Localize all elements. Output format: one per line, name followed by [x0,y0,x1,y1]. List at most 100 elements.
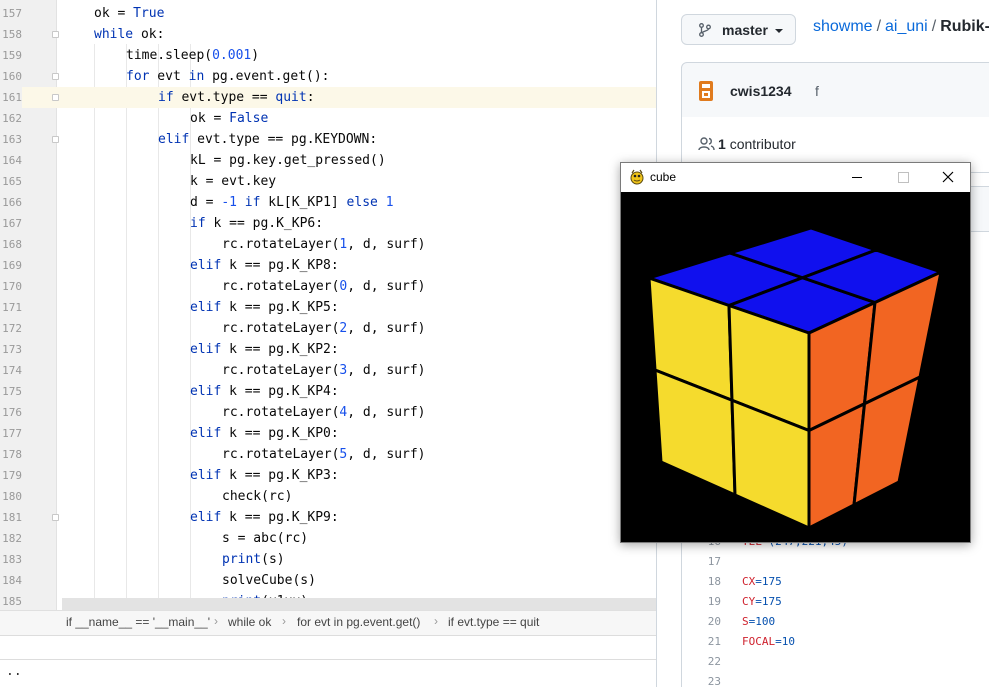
code-text: solveCube(s) [222,573,316,588]
fold-marker-icon[interactable] [52,73,59,80]
breadcrumb-item-while[interactable]: while ok [228,615,271,629]
chevron-down-icon [775,29,783,33]
code-text: d = -1 if kL[K_KP1] else 1 [190,195,394,210]
code-line[interactable]: 178 rc.rotateLayer(5, d, surf) [0,444,656,465]
code-line[interactable]: 169 elif k == pg.K_KP8: [0,255,656,276]
breadcrumb-item-if[interactable]: if evt.type == quit [448,615,539,629]
code-line[interactable]: 179 elif k == pg.K_KP3: [0,465,656,486]
repo-name-link[interactable]: ai_uni [885,18,928,35]
line-number: 175 [2,385,22,398]
code-line[interactable]: 176 rc.rotateLayer(4, d, surf) [0,402,656,423]
console-output: .. [6,664,22,679]
code-line[interactable]: 168 rc.rotateLayer(1, d, surf) [0,234,656,255]
pygame-snake-icon [630,169,644,185]
breadcrumb-separator: › [282,614,286,628]
code-text: rc.rotateLayer(1, d, surf) [222,237,426,252]
code-line[interactable]: 174 rc.rotateLayer(3, d, surf) [0,360,656,381]
repo-owner-link[interactable]: showme [813,18,873,35]
code-line[interactable]: 161 if evt.type == quit: [0,87,656,108]
code-line[interactable]: 164 kL = pg.key.get_pressed() [0,150,656,171]
line-number: 181 [2,511,22,524]
code-line[interactable]: 177 elif k == pg.K_KP0: [0,423,656,444]
code-line[interactable]: 163 elif evt.type == pg.KEYDOWN: [0,129,656,150]
line-number: 161 [0,87,22,108]
maximize-icon [898,172,909,183]
file-code-text: CX=175 [742,575,782,588]
code-line[interactable]: 172 rc.rotateLayer(2, d, surf) [0,318,656,339]
line-number: 160 [2,70,22,83]
line-number: 164 [2,154,22,167]
file-line-number[interactable]: 21 [681,632,721,652]
line-number: 183 [2,553,22,566]
window-titlebar[interactable]: cube [621,163,970,192]
code-line[interactable]: 180 check(rc) [0,486,656,507]
people-icon [698,137,715,151]
pygame-canvas[interactable] [621,192,970,542]
commit-author-link[interactable]: cwis1234 [730,83,792,99]
path-separator: / [876,18,882,35]
code-line[interactable]: 166 d = -1 if kL[K_KP1] else 1 [0,192,656,213]
code-text: rc.rotateLayer(4, d, surf) [222,405,426,420]
commit-message[interactable]: f [815,83,819,99]
file-code-line: 19 CY=175 [681,592,989,612]
breadcrumb-separator: › [214,614,218,628]
code-line[interactable]: 157 ok = True [0,3,656,24]
file-line-number[interactable]: 20 [681,612,721,632]
code-line[interactable]: 167 if k == pg.K_KP6: [0,213,656,234]
line-number: 170 [2,280,22,293]
code-line[interactable]: 171 elif k == pg.K_KP5: [0,297,656,318]
file-code-text: CY=175 [742,595,782,608]
code-line[interactable]: 173 elif k == pg.K_KP2: [0,339,656,360]
minimize-icon [852,177,862,178]
minimize-button[interactable] [834,163,880,192]
code-text: s = abc(rc) [222,531,309,546]
file-line-number[interactable]: 18 [681,572,721,592]
code-text: rc.rotateLayer(2, d, surf) [222,321,426,336]
code-editor[interactable]: 157 ok = True 158 while ok: 159 time.sleep(0.… [0,0,656,610]
line-number: 176 [2,406,22,419]
fold-marker-icon[interactable] [52,31,59,38]
code-line[interactable]: 184 solveCube(s) [0,570,656,591]
line-number: 165 [2,175,22,188]
contributor-count: 1 contributor [718,136,796,152]
line-number: 163 [2,133,22,146]
file-line-number[interactable]: 23 [681,672,721,687]
code-line[interactable]: 170 rc.rotateLayer(0, d, surf) [0,276,656,297]
file-line-number[interactable]: 17 [681,552,721,572]
code-line[interactable]: 182 s = abc(rc) [0,528,656,549]
line-number: 177 [2,427,22,440]
avatar-icon[interactable] [698,80,714,102]
code-line[interactable]: 183 print(s) [0,549,656,570]
pygame-window[interactable]: cube [620,162,971,543]
run-console[interactable]: .. [0,659,656,688]
breadcrumb-item-for[interactable]: for evt in pg.event.get() [297,615,420,629]
file-line-number[interactable]: 19 [681,592,721,612]
file-code-line: 22 [681,652,989,672]
code-line[interactable]: 175 elif k == pg.K_KP4: [0,381,656,402]
code-line[interactable]: 181 elif k == pg.K_KP9: [0,507,656,528]
file-code-line: 21 FOCAL=10 [681,632,989,652]
code-line[interactable]: 158 while ok: [0,24,656,45]
code-line[interactable]: 160 for evt in pg.event.get(): [0,66,656,87]
line-number: 162 [2,112,22,125]
fold-marker-icon[interactable] [52,514,59,521]
file-name: Rubik- [940,18,989,35]
branch-name: master [722,22,768,38]
maximize-button[interactable] [880,163,926,192]
code-text: if k == pg.K_KP6: [190,216,324,231]
breadcrumb: if __name__ == '__main__' › while ok › f… [0,610,656,635]
file-line-number[interactable]: 22 [681,652,721,672]
line-number: 180 [2,490,22,503]
branch-select-button[interactable]: master [681,14,796,45]
code-text: check(rc) [222,489,293,504]
code-line[interactable]: 159 time.sleep(0.001) [0,45,656,66]
code-line[interactable]: 165 k = evt.key [0,171,656,192]
fold-marker-icon[interactable] [52,136,59,143]
rubiks-cube-render [647,226,943,530]
close-button[interactable] [925,163,971,192]
code-line[interactable]: 162 ok = False [0,108,656,129]
code-text: elif k == pg.K_KP5: [190,300,339,315]
fold-marker-icon[interactable] [52,94,59,101]
repo-breadcrumb: showme / ai_uni / Rubik- [813,18,989,36]
breadcrumb-item-main[interactable]: if __name__ == '__main__' [66,615,210,629]
